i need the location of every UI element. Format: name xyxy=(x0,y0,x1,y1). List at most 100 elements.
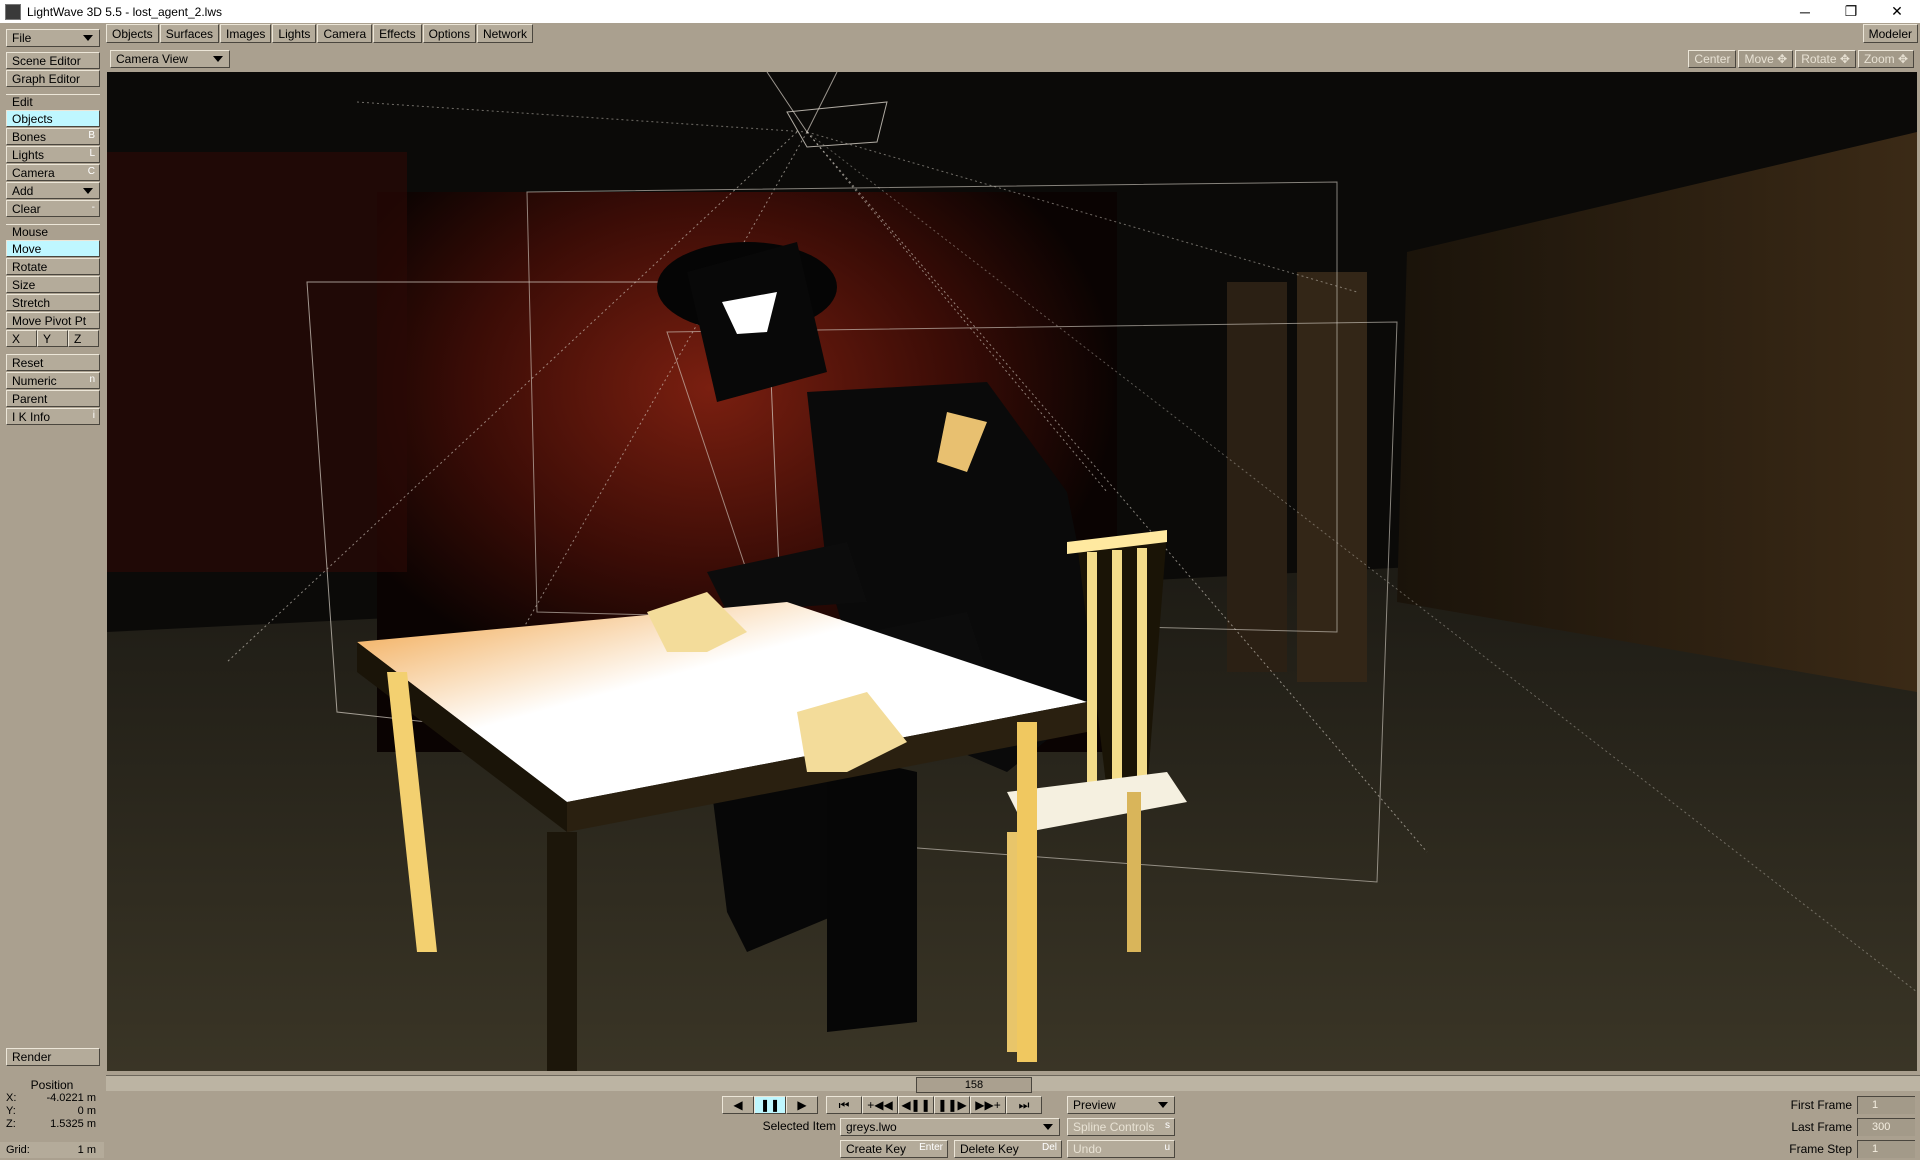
reset-button[interactable]: Reset xyxy=(6,354,100,371)
last-frame-button[interactable]: ⏭ xyxy=(1006,1096,1042,1114)
menu-tab-lights[interactable]: Lights xyxy=(272,24,317,43)
axis-z-toggle[interactable]: Z xyxy=(68,330,99,347)
position-x-row: X: -4.0221 m xyxy=(0,1092,104,1105)
delete-key-button[interactable]: Delete Key Del xyxy=(954,1140,1062,1158)
chevron-down-icon xyxy=(83,188,93,194)
mouse-move-button[interactable]: Move xyxy=(6,240,100,257)
grid-size-control[interactable]: Grid: 1 m xyxy=(0,1142,104,1158)
numeric-button[interactable]: Numeric n xyxy=(6,372,100,389)
add-dropdown-button[interactable]: Add xyxy=(6,182,100,199)
selected-item-label: Selected Item xyxy=(762,1119,836,1133)
current-frame-indicator[interactable]: 158 xyxy=(916,1077,1032,1093)
graph-editor-button[interactable]: Graph Editor xyxy=(6,70,100,87)
chevron-down-icon xyxy=(83,35,93,41)
edit-objects-button[interactable]: Objects xyxy=(6,110,100,127)
render-button[interactable]: Render xyxy=(6,1048,100,1066)
first-frame-button[interactable]: ⏮ xyxy=(826,1096,862,1114)
move-pivot-button[interactable]: Move Pivot Pt xyxy=(6,312,100,329)
frame-step-field[interactable]: 1 xyxy=(1857,1140,1915,1158)
chevron-down-icon xyxy=(1043,1124,1053,1130)
z-value: 1.5325 m xyxy=(50,1118,96,1130)
clear-label: Clear xyxy=(12,201,41,216)
numeric-label: Numeric xyxy=(12,373,57,388)
create-key-button[interactable]: Create Key Enter xyxy=(840,1140,948,1158)
menu-tab-surfaces[interactable]: Surfaces xyxy=(159,24,220,43)
hotkey-n: n xyxy=(89,374,95,385)
zoom-view-button[interactable]: Zoom ✥ xyxy=(1857,50,1914,68)
menu-tab-network[interactable]: Network xyxy=(476,24,533,43)
scene-editor-button[interactable]: Scene Editor xyxy=(6,52,100,69)
axis-x-toggle[interactable]: X xyxy=(6,330,37,347)
grid-label: Grid: xyxy=(6,1144,30,1156)
edit-bones-button[interactable]: Bones B xyxy=(6,128,100,145)
step-forward-button[interactable]: ❚❚▶ xyxy=(934,1096,970,1114)
selected-item-select[interactable]: greys.lwo xyxy=(840,1118,1060,1136)
previous-key-button[interactable]: +◀◀ xyxy=(862,1096,898,1114)
title-bar: LightWave 3D 5.5 - lost_agent_2.lws ─ ❐ … xyxy=(0,0,1920,23)
view-mode-select[interactable]: Camera View xyxy=(110,50,230,68)
mouse-rotate-button[interactable]: Rotate xyxy=(6,258,100,275)
last-frame-label: Last Frame xyxy=(1791,1120,1852,1134)
center-button[interactable]: Center xyxy=(1688,50,1737,68)
frame-step-label: Frame Step xyxy=(1789,1142,1852,1156)
menu-tab-options[interactable]: Options xyxy=(422,24,476,43)
menu-tab-objects[interactable]: Objects xyxy=(106,24,159,43)
menu-tab-camera[interactable]: Camera xyxy=(317,24,373,43)
edit-bones-label: Bones xyxy=(12,129,47,144)
viewport-nav-controls: Center Move ✥ Rotate ✥ Zoom ✥ xyxy=(1686,50,1914,68)
y-label: Y: xyxy=(6,1105,16,1117)
parent-button[interactable]: Parent xyxy=(6,390,100,407)
move-view-button[interactable]: Move ✥ xyxy=(1738,50,1794,68)
ik-info-label: I K Info xyxy=(12,409,51,424)
undo-button[interactable]: Undo u xyxy=(1067,1140,1175,1158)
viewport-header: Camera View Center Move ✥ Rotate ✥ Zoom … xyxy=(106,47,1920,71)
play-reverse-button[interactable]: ◀ xyxy=(722,1096,754,1114)
clear-button[interactable]: Clear - xyxy=(6,200,100,217)
main-menu-bar: Objects Surfaces Images Lights Camera Ef… xyxy=(106,24,534,43)
restore-button[interactable]: ❐ xyxy=(1828,0,1874,23)
spline-controls-button[interactable]: Spline Controls s xyxy=(1067,1118,1175,1136)
modeler-button[interactable]: Modeler xyxy=(1862,24,1918,43)
axis-y-toggle[interactable]: Y xyxy=(37,330,68,347)
first-frame-label: First Frame xyxy=(1790,1098,1852,1112)
last-frame-field[interactable]: 300 xyxy=(1857,1118,1915,1136)
undo-label: Undo xyxy=(1073,1142,1102,1156)
minimize-button[interactable]: ─ xyxy=(1782,0,1828,23)
pillar-right xyxy=(1297,272,1367,682)
selected-item-value: greys.lwo xyxy=(846,1120,897,1134)
ik-info-button[interactable]: I K Info i xyxy=(6,408,100,425)
pause-button[interactable]: ❚❚ xyxy=(754,1096,786,1114)
edit-lights-button[interactable]: Lights L xyxy=(6,146,100,163)
hotkey-i: i xyxy=(92,410,95,421)
play-forward-button[interactable]: ▶ xyxy=(786,1096,818,1114)
position-y-row: Y: 0 m xyxy=(0,1105,104,1118)
hotkey-b: B xyxy=(88,130,95,141)
file-menu-button[interactable]: File xyxy=(6,29,100,47)
edit-camera-button[interactable]: Camera C xyxy=(6,164,100,181)
camera-viewport[interactable] xyxy=(107,72,1917,1071)
axis-toggle-group: X Y Z xyxy=(6,330,100,347)
mouse-size-button[interactable]: Size xyxy=(6,276,100,293)
file-menu-label: File xyxy=(12,31,32,45)
menu-tab-images[interactable]: Images xyxy=(220,24,272,43)
preview-select[interactable]: Preview xyxy=(1067,1096,1175,1114)
hotkey-l: L xyxy=(89,148,95,159)
mouse-stretch-button[interactable]: Stretch xyxy=(6,294,100,311)
edit-section-label: Edit xyxy=(6,94,100,110)
mouse-section-label: Mouse xyxy=(6,224,100,240)
edit-camera-label: Camera xyxy=(12,165,55,180)
x-label: X: xyxy=(6,1092,17,1104)
hotkey-c: C xyxy=(87,166,95,177)
step-back-button[interactable]: ◀❚❚ xyxy=(898,1096,934,1114)
first-frame-field[interactable]: 1 xyxy=(1857,1096,1915,1114)
window-title: LightWave 3D 5.5 - lost_agent_2.lws xyxy=(27,4,222,19)
menu-tab-effects[interactable]: Effects xyxy=(373,24,422,43)
rotate-view-button[interactable]: Rotate ✥ xyxy=(1795,50,1856,68)
close-button[interactable]: ✕ xyxy=(1874,0,1920,23)
lightwave-app-icon xyxy=(5,3,21,20)
hotkey-enter: Enter xyxy=(919,1142,943,1153)
hotkey-s: s xyxy=(1165,1120,1170,1131)
delete-key-label: Delete Key xyxy=(960,1142,1019,1156)
next-key-button[interactable]: ▶▶+ xyxy=(970,1096,1006,1114)
z-label: Z: xyxy=(6,1118,16,1130)
